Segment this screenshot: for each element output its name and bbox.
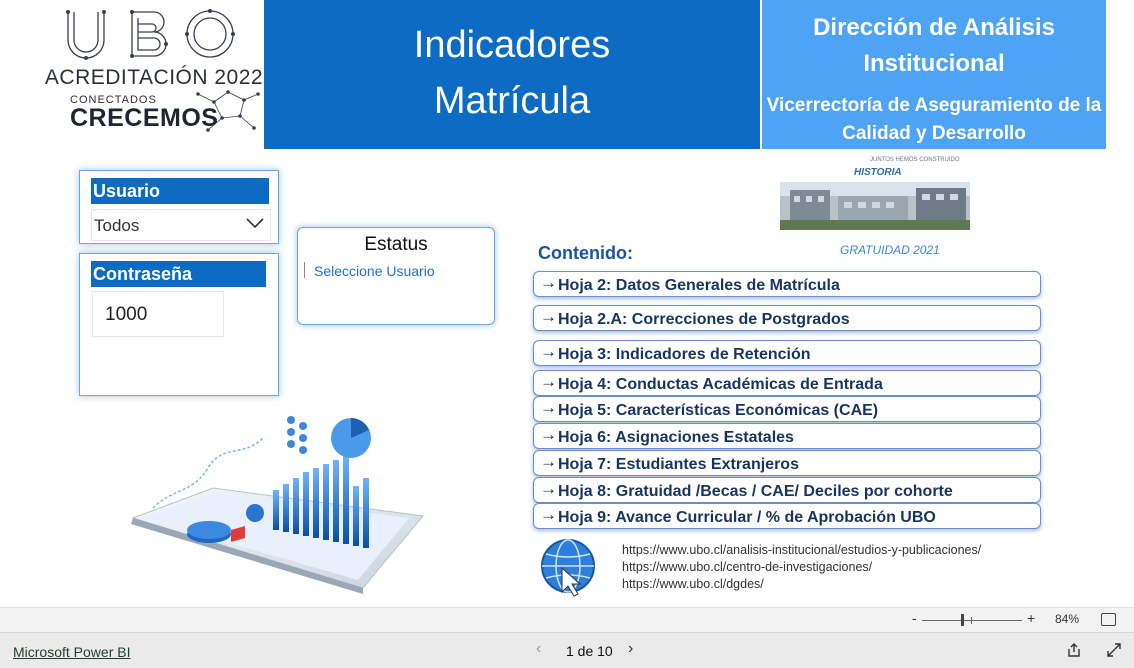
page-indicator: 1 de 10 <box>566 643 613 659</box>
photo-caption-main: HISTORIA <box>854 167 902 178</box>
arrow-right-icon: → <box>540 342 557 361</box>
sheet-link-8[interactable]: → Hoja 8: Gratuidad /Becas / CAE/ Decile… <box>533 477 1041 503</box>
password-panel: Contraseña 1000 <box>79 253 279 396</box>
chevron-down-icon <box>246 218 264 229</box>
department-title: Dirección de Análisis Institucional <box>813 14 1055 77</box>
arrow-right-icon: → <box>540 452 557 471</box>
zoom-slider-track[interactable] <box>922 620 1022 621</box>
sheet-link-label: Hoja 4: Conductas Académicas de Entrada <box>558 376 883 393</box>
zoom-out-button[interactable]: - <box>912 610 917 626</box>
url-link[interactable]: https://www.ubo.cl/centro-de-investigaci… <box>622 559 981 576</box>
department-subtitle: Vicerrectoría de Aseguramiento de la Cal… <box>766 95 1102 144</box>
ubo-letters-graphic <box>66 9 235 60</box>
fit-to-page-icon[interactable] <box>1101 613 1116 626</box>
zoom-in-button[interactable]: + <box>1027 610 1035 626</box>
logo-acreditacion-text: ACREDITACIÓN 2022 <box>44 66 264 89</box>
powerbi-footer: Microsoft Power BI ‹ 1 de 10 › <box>0 632 1134 668</box>
photo-caption-bottom: GRATUIDAD 2021 <box>840 243 940 257</box>
sheet-link-label: Hoja 2.A: Correcciones de Postgrados <box>558 311 850 328</box>
status-title: Estatus <box>364 234 428 255</box>
share-icon[interactable] <box>1066 642 1082 658</box>
arrow-right-icon: → <box>540 307 557 326</box>
sheet-link-label: Hoja 7: Estudiantes Extranjeros <box>558 456 799 473</box>
user-dropdown[interactable]: Todos <box>91 209 271 241</box>
password-label: Contraseña <box>91 261 266 287</box>
status-divider <box>304 262 305 278</box>
sheet-link-4[interactable]: → Hoja 4: Conductas Académicas de Entrad… <box>533 370 1041 396</box>
zoom-slider-tick <box>971 617 972 624</box>
fullscreen-icon[interactable] <box>1106 642 1122 658</box>
user-label: Usuario <box>91 178 269 204</box>
zoom-level: 84% <box>1055 612 1080 626</box>
globe-web-icon <box>541 539 595 597</box>
powerbi-brand-link[interactable]: Microsoft Power BI <box>13 644 130 660</box>
report-title-line2: Matrícula <box>433 80 591 122</box>
sheet-link-label: Hoja 3: Indicadores de Retención <box>558 346 811 363</box>
sheet-link-label: Hoja 5: Características Económicas (CAE) <box>558 402 879 419</box>
password-input[interactable]: 1000 <box>92 291 224 337</box>
user-dropdown-value: Todos <box>94 216 140 235</box>
arrow-right-icon: → <box>540 505 557 524</box>
sheet-link-label: Hoja 6: Asignaciones Estatales <box>558 429 794 446</box>
sheet-link-5[interactable]: → Hoja 5: Características Económicas (CA… <box>533 396 1041 422</box>
previous-page-button[interactable]: ‹ <box>536 640 541 658</box>
next-page-button[interactable]: › <box>628 640 633 658</box>
password-value: 1000 <box>105 304 148 325</box>
sheet-link-label: Hoja 9: Avance Curricular / % de Aprobac… <box>558 509 936 526</box>
sheet-link-2a[interactable]: → Hoja 2.A: Correcciones de Postgrados <box>533 305 1041 331</box>
url-link[interactable]: https://www.ubo.cl/analisis-instituciona… <box>622 542 981 559</box>
sheet-link-2[interactable]: → Hoja 2: Datos Generales de Matrícula <box>533 271 1041 297</box>
report-title-line1: Indicadores <box>413 24 611 66</box>
arrow-right-icon: → <box>540 273 557 292</box>
status-card: Estatus Seleccione Usuario <box>297 227 495 325</box>
zoom-slider-handle[interactable] <box>961 614 964 626</box>
sheet-link-7[interactable]: → Hoja 7: Estudiantes Extranjeros <box>533 450 1041 476</box>
arrow-right-icon: → <box>540 425 557 444</box>
report-title-banner: Indicadores Matrícula <box>264 0 760 149</box>
reference-links: https://www.ubo.cl/analisis-instituciona… <box>622 542 981 593</box>
campus-photo: JUNTOS HEMOS CONSTRUIDO HISTORIA GRATUID… <box>780 157 970 257</box>
sheet-link-label: Hoja 2: Datos Generales de Matrícula <box>558 277 840 294</box>
sheet-link-label: Hoja 8: Gratuidad /Becas / CAE/ Deciles … <box>558 483 953 500</box>
url-link[interactable]: https://www.ubo.cl/dgdes/ <box>622 576 981 593</box>
status-message: Seleccione Usuario <box>314 263 435 279</box>
analytics-tablet-illustration <box>131 416 424 594</box>
arrow-right-icon: → <box>540 479 557 498</box>
arrow-right-icon: → <box>540 372 557 391</box>
sheet-link-6[interactable]: → Hoja 6: Asignaciones Estatales <box>533 423 1041 449</box>
ubo-logo: ACREDITACIÓN 2022 CONECTADOS CRECEMOS <box>44 0 264 148</box>
zoom-bar: - + 84% <box>0 607 1134 632</box>
department-banner: Dirección de Análisis Institucional Vice… <box>762 0 1106 149</box>
sheet-link-9[interactable]: → Hoja 9: Avance Curricular / % de Aprob… <box>533 503 1041 529</box>
constellation-graphic <box>196 90 260 132</box>
user-slicer: Usuario Todos <box>79 170 279 244</box>
photo-caption-top: JUNTOS HEMOS CONSTRUIDO <box>870 157 960 163</box>
arrow-right-icon: → <box>540 398 557 417</box>
sheet-link-3[interactable]: → Hoja 3: Indicadores de Retención <box>533 340 1041 366</box>
contents-heading: Contenido: <box>538 243 633 263</box>
